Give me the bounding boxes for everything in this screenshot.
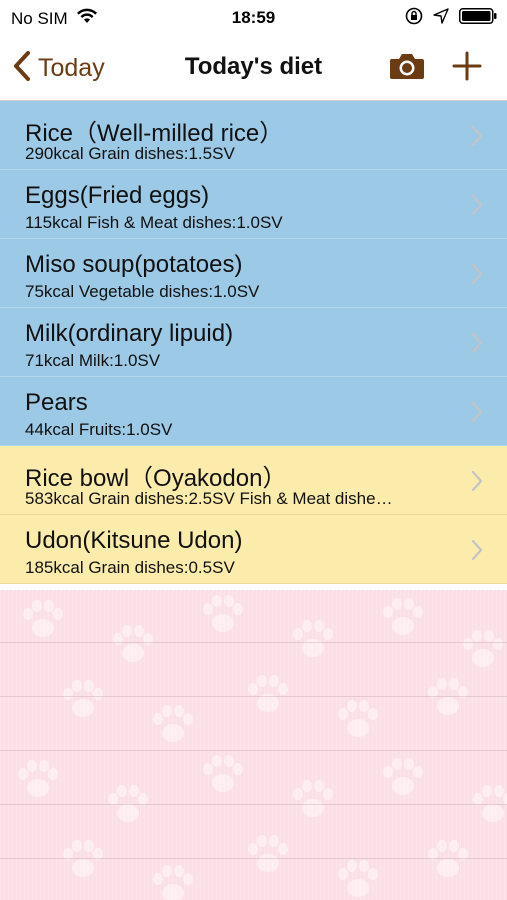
status-right <box>405 7 497 30</box>
chevron-right-icon <box>471 332 483 359</box>
paw-print-icon <box>338 700 378 737</box>
paw-print-icon <box>293 620 333 657</box>
plus-icon <box>451 51 483 86</box>
back-button[interactable]: Today <box>12 50 105 87</box>
chevron-right-icon <box>471 470 483 497</box>
paw-print-icon <box>473 785 507 822</box>
meal-row[interactable]: Milk(ordinary lipuid) 71kcal Milk:1.0SV <box>0 308 507 377</box>
meal-name: Udon(Kitsune Udon) <box>25 527 243 554</box>
back-button-label: Today <box>38 54 105 82</box>
status-bar: No SIM 18:59 <box>0 0 507 34</box>
meal-row[interactable]: Rice bowl（Oyakodon） 583kcal Grain dishes… <box>0 446 507 515</box>
paw-print-icon <box>153 865 193 900</box>
paw-print-icon <box>338 860 378 897</box>
paw-print-icon <box>428 840 468 877</box>
paw-print-icon <box>383 598 423 635</box>
paw-print-icon <box>63 840 103 877</box>
paw-print-icon <box>463 630 503 667</box>
paw-print-icon <box>203 595 243 632</box>
paw-print-icon <box>293 780 333 817</box>
battery-icon <box>459 8 497 29</box>
meal-row[interactable]: Udon(Kitsune Udon) 185kcal Grain dishes:… <box>0 515 507 584</box>
meal-detail: 71kcal Milk:1.0SV <box>25 351 161 370</box>
paw-print-icon <box>153 705 193 742</box>
meal-detail: 583kcal Grain dishes:2.5SV Fish & Meat d… <box>25 489 393 508</box>
chevron-right-icon <box>471 125 483 152</box>
paw-print-icon <box>113 625 153 662</box>
meal-detail: 185kcal Grain dishes:0.5SV <box>25 558 235 577</box>
paw-print-icon <box>18 760 58 797</box>
meal-name: Eggs(Fried eggs) <box>25 182 210 209</box>
paw-print-icon <box>383 758 423 795</box>
empty-list-area <box>0 590 507 900</box>
chevron-right-icon <box>471 401 483 428</box>
row-separator <box>0 750 507 751</box>
meal-row[interactable]: Rice（Well-milled rice） 290kcal Grain dis… <box>0 101 507 170</box>
paw-print-icon <box>203 755 243 792</box>
chevron-right-icon <box>471 539 483 566</box>
meal-row[interactable]: Pears 44kcal Fruits:1.0SV <box>0 377 507 446</box>
paw-print-icon <box>63 680 103 717</box>
paw-print-icon <box>248 835 288 872</box>
location-arrow-icon <box>433 8 449 29</box>
rotation-lock-icon <box>405 7 423 30</box>
add-button[interactable] <box>451 50 483 87</box>
meal-detail: 115kcal Fish & Meat dishes:1.0SV <box>25 213 283 232</box>
camera-button[interactable] <box>389 51 425 86</box>
meal-name: Rice bowl（Oyakodon） <box>25 465 287 492</box>
meal-row[interactable]: Eggs(Fried eggs) 115kcal Fish & Meat dis… <box>0 170 507 239</box>
row-separator <box>0 804 507 805</box>
chevron-right-icon <box>471 263 483 290</box>
meal-name: Pears <box>25 389 88 416</box>
meal-name: Milk(ordinary lipuid) <box>25 320 234 347</box>
paw-print-icon <box>108 785 148 822</box>
meal-list: Rice（Well-milled rice） 290kcal Grain dis… <box>0 101 507 584</box>
paw-print-icon <box>428 678 468 715</box>
navigation-bar: Today Today's diet <box>0 34 507 101</box>
row-separator <box>0 642 507 643</box>
meal-name: Miso soup(potatoes) <box>25 251 243 278</box>
row-separator <box>0 696 507 697</box>
chevron-left-icon <box>12 50 32 87</box>
camera-icon <box>389 54 425 85</box>
row-separator <box>0 858 507 859</box>
meal-detail: 290kcal Grain dishes:1.5SV <box>25 144 235 163</box>
paw-print-icon <box>23 600 63 637</box>
meal-row[interactable]: Miso soup(potatoes) 75kcal Vegetable dis… <box>0 239 507 308</box>
meal-detail: 44kcal Fruits:1.0SV <box>25 420 173 439</box>
meal-name: Rice（Well-milled rice） <box>25 120 284 147</box>
meal-detail: 75kcal Vegetable dishes:1.0SV <box>25 282 260 301</box>
chevron-right-icon <box>471 194 483 221</box>
